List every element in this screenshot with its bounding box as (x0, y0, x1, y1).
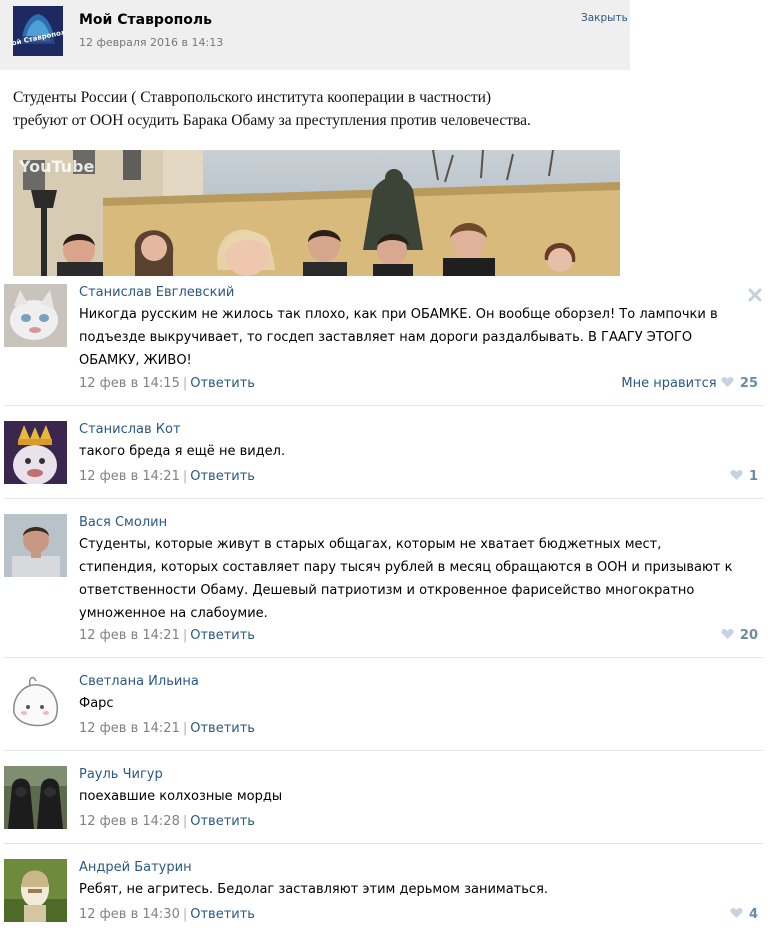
commenter-avatar[interactable] (4, 284, 67, 347)
comment-meta: 12 фев в 14:28 | Ответить (79, 814, 255, 829)
comment-time[interactable]: 12 фев в 14:21 (79, 628, 180, 643)
comment-time[interactable]: 12 фев в 14:21 (79, 721, 180, 736)
post-date[interactable]: 12 февраля 2016 в 14:13 (79, 36, 223, 49)
commenter-name[interactable]: Станислав Евглевский (79, 285, 234, 300)
comment-text: Студенты, которые живут в старых общагах… (79, 533, 732, 625)
comment-text-line: Ребят, не агритесь. Бедолаг заставляют э… (79, 882, 549, 897)
like-count: 4 (748, 907, 758, 922)
post-text-line: требуют от ООН осудить Барака Обаму за п… (13, 112, 531, 129)
comment-text-line: стипендия, которых составляет пару тысяч… (79, 560, 733, 575)
comment-divider (4, 405, 763, 406)
post-header: Мой Ставрополь Мой Ставрополь 12 февраля… (0, 0, 630, 70)
like-button[interactable]: 20 (721, 628, 758, 644)
comment-text-line: ответственности Обаму. Дешевый патриотиз… (79, 583, 695, 598)
like-label: Мне нравится (621, 376, 717, 391)
comment-text: Ребят, не агритесь. Бедолаг заставляют э… (79, 878, 548, 901)
comment-meta: 12 фев в 14:15 | Ответить (79, 376, 255, 391)
comment-meta: 12 фев в 14:21 | Ответить (79, 469, 255, 484)
reply-link[interactable]: Ответить (190, 721, 255, 736)
heart-icon (721, 376, 734, 392)
comment-text: Никогда русским не жилось так плохо, как… (79, 303, 718, 372)
commenter-avatar[interactable] (4, 421, 67, 484)
heart-icon (730, 469, 743, 485)
comment-text: поехавшие колхозные морды (79, 785, 282, 808)
commenter-avatar[interactable] (4, 859, 67, 922)
commenter-avatar[interactable] (4, 673, 67, 736)
commenter-name[interactable]: Андрей Батурин (79, 860, 192, 875)
youtube-logo: YouTube (18, 157, 95, 176)
comment-text: такого бреда я ещё не видел. (79, 440, 285, 463)
comment-text-line: Фарс (79, 696, 114, 711)
post-text-line: Студенты России ( Ставропольского инстит… (13, 89, 492, 106)
comment-meta: 12 фев в 14:21 | Ответить (79, 628, 255, 643)
meta-separator: | (182, 376, 188, 391)
comment-meta: 12 фев в 14:21 | Ответить (79, 721, 255, 736)
delete-comment-icon[interactable] (748, 287, 762, 302)
comment-divider (4, 498, 763, 499)
comment-divider (4, 750, 763, 751)
meta-separator: | (182, 814, 188, 829)
reply-link[interactable]: Ответить (190, 814, 255, 829)
comment-divider (4, 657, 763, 658)
like-button[interactable]: Мне нравится 25 (621, 376, 758, 392)
group-avatar[interactable]: Мой Ставрополь (13, 6, 63, 56)
comment-time[interactable]: 12 фев в 14:28 (79, 814, 180, 829)
commenter-name[interactable]: Светлана Ильина (79, 674, 199, 689)
comment-text-line: Студенты, которые живут в старых общагах… (79, 537, 662, 552)
commenter-avatar[interactable] (4, 766, 67, 829)
comment-text-line: Никогда русским не жилось так плохо, как… (79, 307, 718, 322)
comment-text-line: подъезде выкручивает, то госдеп заставля… (79, 330, 693, 345)
comment-text-line: умноженное на слабоумие. (79, 606, 268, 621)
meta-separator: | (182, 628, 188, 643)
meta-separator: | (182, 907, 188, 922)
commenter-name[interactable]: Вася Смолин (79, 515, 167, 530)
reply-link[interactable]: Ответить (190, 469, 255, 484)
reply-link[interactable]: Ответить (190, 376, 255, 391)
like-button[interactable]: 4 (730, 907, 758, 923)
heart-icon (730, 907, 743, 923)
like-button[interactable]: 1 (730, 469, 758, 485)
like-count: 20 (739, 628, 758, 643)
like-count: 1 (748, 469, 758, 484)
comment-text-line: ОБАМКУ, ЖИВО! (79, 353, 192, 368)
like-count: 25 (739, 376, 758, 391)
group-name[interactable]: Мой Ставрополь (79, 12, 212, 28)
reply-link[interactable]: Ответить (190, 628, 255, 643)
commenter-name[interactable]: Рауль Чигур (79, 767, 163, 782)
comment-text: Фарс (79, 692, 114, 715)
reply-link[interactable]: Ответить (190, 907, 255, 922)
commenter-name[interactable]: Станислав Кот (79, 422, 181, 437)
meta-separator: | (182, 721, 188, 736)
video-thumbnail[interactable]: YouTube (13, 150, 620, 276)
close-link[interactable]: Закрыть (581, 12, 628, 24)
comment-divider (4, 843, 763, 844)
comment-text-line: поехавшие колхозные морды (79, 789, 283, 804)
comment-time[interactable]: 12 фев в 14:30 (79, 907, 180, 922)
comment-time[interactable]: 12 фев в 14:15 (79, 376, 180, 391)
meta-separator: | (182, 469, 188, 484)
comment-time[interactable]: 12 фев в 14:21 (79, 469, 180, 484)
heart-icon (721, 628, 734, 644)
commenter-avatar[interactable] (4, 514, 67, 577)
comment-meta: 12 фев в 14:30 | Ответить (79, 907, 255, 922)
post-text: Студенты России ( Ставропольского инстит… (13, 86, 633, 132)
comment-text-line: такого бреда я ещё не видел. (79, 444, 286, 459)
